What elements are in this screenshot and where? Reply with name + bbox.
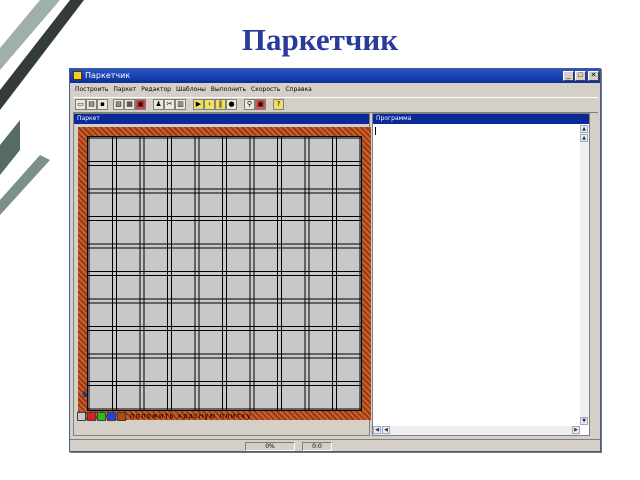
color-blue[interactable] bbox=[107, 412, 116, 421]
stop-icon[interactable]: ● bbox=[226, 99, 237, 110]
print-icon[interactable]: ▦ bbox=[124, 99, 135, 110]
grid-background bbox=[87, 136, 362, 411]
export-icon[interactable]: ▣ bbox=[135, 99, 146, 110]
parquet-panel: Паркет ♞ положить красную плитку bbox=[73, 113, 371, 436]
zoom-icon[interactable]: ⚲ bbox=[244, 99, 255, 110]
menu-build[interactable]: Построить bbox=[75, 84, 108, 96]
menu-parquet[interactable]: Паркет bbox=[113, 84, 136, 96]
scroll-up-icon[interactable]: ▲ bbox=[580, 125, 588, 133]
menu-templates[interactable]: Шаблоны bbox=[176, 84, 206, 96]
program-panel-title: Программа bbox=[373, 114, 589, 124]
close-button[interactable]: ✕ bbox=[588, 71, 599, 81]
menu-speed[interactable]: Скорость bbox=[251, 84, 280, 96]
parquet-grid[interactable] bbox=[87, 136, 362, 411]
color-bar: положить красную плитку bbox=[74, 411, 369, 423]
app-icon bbox=[73, 71, 82, 80]
toolbar: ▭ ▤ ▪ ▧ ▦ ▣ ♟ ✂ ▥ ▶ › ‖ ● ⚲ ▣ ? bbox=[73, 97, 598, 113]
slide-title: Паркетчик bbox=[241, 22, 399, 57]
scroll-down-icon[interactable]: ▼ bbox=[580, 417, 588, 425]
paste-icon[interactable]: ▥ bbox=[175, 99, 186, 110]
copy-icon[interactable]: ▧ bbox=[113, 99, 124, 110]
step-icon[interactable]: › bbox=[204, 99, 215, 110]
window-title: Паркетчик bbox=[85, 71, 131, 80]
program-panel: Программа ▲ ▲ ▼ ◀ ◀ ▶ bbox=[372, 113, 590, 436]
color-gray[interactable] bbox=[77, 412, 86, 421]
scroll-right-icon[interactable]: ▶ bbox=[572, 426, 580, 434]
minimize-button[interactable]: _ bbox=[563, 71, 574, 81]
menu-help[interactable]: Справка bbox=[285, 84, 311, 96]
scroll-up-page-icon[interactable]: ▲ bbox=[580, 134, 588, 142]
program-vertical-scrollbar[interactable]: ▲ ▲ ▼ bbox=[580, 125, 589, 425]
color-brown[interactable] bbox=[117, 412, 126, 421]
scroll-left-icon[interactable]: ◀ bbox=[373, 426, 381, 434]
program-horizontal-scrollbar[interactable]: ◀ ◀ ▶ bbox=[373, 426, 580, 435]
pause-icon[interactable]: ‖ bbox=[215, 99, 226, 110]
open-file-icon[interactable]: ▤ bbox=[86, 99, 97, 110]
color-red[interactable] bbox=[87, 412, 96, 421]
turtle-icon: ♞ bbox=[81, 390, 90, 400]
status-bar: 0% 0:0 bbox=[70, 439, 600, 452]
help-icon[interactable]: ? bbox=[273, 99, 284, 110]
maximize-button[interactable]: □ bbox=[575, 71, 586, 81]
new-file-icon[interactable]: ▭ bbox=[75, 99, 86, 110]
scroll-left-page-icon[interactable]: ◀ bbox=[382, 426, 390, 434]
status-coords: 0:0 bbox=[302, 442, 332, 451]
text-cursor bbox=[375, 127, 376, 135]
cut-icon[interactable]: ✂ bbox=[164, 99, 175, 110]
color-green[interactable] bbox=[97, 412, 106, 421]
save-icon[interactable]: ▪ bbox=[97, 99, 108, 110]
menu-bar: Построить Паркет Редактор Шаблоны Выполн… bbox=[70, 84, 600, 96]
picture-icon[interactable]: ▣ bbox=[255, 99, 266, 110]
tile-icon[interactable]: ♟ bbox=[153, 99, 164, 110]
command-text: положить красную плитку bbox=[130, 412, 252, 420]
title-bar: Паркетчик _ □ ✕ bbox=[70, 69, 600, 83]
run-icon[interactable]: ▶ bbox=[193, 99, 204, 110]
parquet-panel-title: Паркет bbox=[74, 114, 369, 124]
app-window: Паркетчик _ □ ✕ Построить Паркет Редакто… bbox=[69, 68, 601, 452]
parquet-board-frame: ♞ bbox=[78, 127, 371, 420]
menu-run[interactable]: Выполнить bbox=[211, 84, 246, 96]
status-percent: 0% bbox=[245, 442, 295, 451]
menu-editor[interactable]: Редактор bbox=[141, 84, 171, 96]
